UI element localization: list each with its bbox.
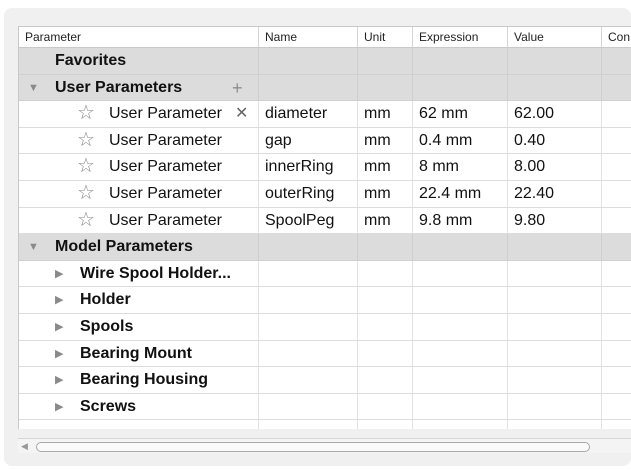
value-cell: 0.40	[508, 127, 602, 154]
comment-cell[interactable]	[602, 128, 631, 154]
scrollbar-thumb[interactable]	[36, 442, 590, 452]
name-cell[interactable]: diameter	[259, 101, 358, 127]
tree-item-label: Holder	[80, 291, 131, 309]
scroll-left-arrow-icon[interactable]: ◀	[21, 439, 28, 453]
tree-item-row[interactable]: ▶ Bearing Mount	[19, 340, 631, 368]
tree-item-label: Screws	[80, 397, 137, 415]
name-cell[interactable]: outerRing	[259, 180, 358, 207]
value-cell: 8.00	[508, 154, 602, 180]
user-parameters-label: User Parameters	[55, 78, 183, 96]
triangle-right-icon[interactable]: ▶	[55, 394, 63, 420]
horizontal-scrollbar[interactable]: ◀	[18, 438, 631, 453]
comment-cell[interactable]	[602, 208, 631, 234]
table-row[interactable]: ☆ User Parameter outerRing mm 22.4 mm 22…	[19, 180, 631, 208]
table-row[interactable]: ☆ User Parameter SpoolPeg mm 9.8 mm 9.80	[19, 207, 631, 235]
tree-item-row[interactable]: ▶ Wire Spool Holder...	[19, 260, 631, 288]
star-outline-icon[interactable]: ☆	[77, 154, 95, 179]
column-header-unit[interactable]: Unit	[358, 27, 413, 47]
name-cell[interactable]: innerRing	[259, 154, 358, 180]
model-parameters-label: Model Parameters	[55, 238, 193, 256]
tree-item-row[interactable]: ▶ Holder	[19, 287, 631, 314]
expression-cell[interactable]: 22.4 mm	[413, 180, 508, 207]
plus-icon[interactable]: +	[232, 75, 243, 101]
tree-item-label: Bearing Mount	[80, 344, 192, 362]
star-outline-icon[interactable]: ☆	[77, 208, 95, 233]
triangle-right-icon[interactable]: ▶	[55, 261, 63, 287]
star-outline-icon[interactable]: ☆	[77, 181, 95, 206]
parameter-label: User Parameter	[109, 131, 222, 149]
star-outline-icon[interactable]: ☆	[77, 128, 95, 153]
value-cell: 62.00	[508, 101, 602, 127]
expression-cell[interactable]: 62 mm	[413, 101, 508, 127]
triangle-right-icon[interactable]: ▶	[55, 341, 63, 367]
parameter-label: User Parameter	[109, 184, 222, 202]
unit-cell[interactable]: mm	[358, 101, 413, 127]
tree-item-label: Wire Spool Holder...	[80, 264, 231, 282]
tree-item-label: Spools	[80, 317, 134, 335]
tree-item-row[interactable]: ▶ Spools	[19, 313, 631, 341]
unit-cell[interactable]: mm	[358, 180, 413, 207]
tree-item-row[interactable]: ▶ Screws	[19, 393, 631, 421]
table-row[interactable]: ☆ User Parameter gap mm 0.4 mm 0.40	[19, 127, 631, 155]
star-outline-icon[interactable]: ☆	[77, 101, 95, 126]
expression-cell[interactable]: 8 mm	[413, 154, 508, 180]
favorites-group-row[interactable]: Favorites	[19, 48, 631, 75]
comment-cell[interactable]	[602, 101, 631, 127]
empty-row	[19, 420, 631, 429]
comment-cell[interactable]	[602, 154, 631, 180]
favorites-label: Favorites	[19, 48, 259, 74]
column-header-comment[interactable]: Con	[602, 27, 631, 47]
unit-cell[interactable]: mm	[358, 154, 413, 180]
name-cell[interactable]: SpoolPeg	[259, 207, 358, 234]
unit-cell[interactable]: mm	[358, 127, 413, 154]
triangle-down-icon[interactable]: ▼	[28, 75, 39, 101]
triangle-right-icon[interactable]: ▶	[55, 287, 63, 313]
x-icon[interactable]: ✕	[235, 101, 248, 127]
model-parameters-group-row[interactable]: ▼ Model Parameters	[19, 234, 631, 261]
table-header: Parameter Name Unit Expression Value Con	[19, 27, 631, 48]
parameters-table: Parameter Name Unit Expression Value Con…	[18, 26, 631, 429]
column-header-value[interactable]: Value	[508, 27, 602, 47]
triangle-right-icon[interactable]: ▶	[55, 367, 63, 393]
table-row[interactable]: ☆ User Parameter innerRing mm 8 mm 8.00	[19, 154, 631, 181]
comment-cell[interactable]	[602, 181, 631, 207]
expression-cell[interactable]: 9.8 mm	[413, 207, 508, 234]
parameter-label: User Parameter	[109, 211, 222, 229]
parameter-label: User Parameter	[109, 158, 222, 176]
table-row[interactable]: ☆ User Parameter ✕ diameter mm 62 mm 62.…	[19, 101, 631, 128]
column-header-expression[interactable]: Expression	[413, 27, 508, 47]
tree-item-row[interactable]: ▶ Bearing Housing	[19, 367, 631, 394]
column-header-name[interactable]: Name	[259, 27, 358, 47]
value-cell: 9.80	[508, 207, 602, 234]
column-header-parameter[interactable]: Parameter	[19, 27, 259, 47]
tree-item-label: Bearing Housing	[80, 371, 209, 389]
expression-cell[interactable]: 0.4 mm	[413, 127, 508, 154]
value-cell: 22.40	[508, 180, 602, 207]
triangle-down-icon[interactable]: ▼	[28, 234, 39, 260]
unit-cell[interactable]: mm	[358, 207, 413, 234]
user-parameters-group-row[interactable]: ▼ User Parameters +	[19, 74, 631, 102]
parameter-label: User Parameter	[109, 105, 222, 123]
triangle-right-icon[interactable]: ▶	[55, 314, 63, 340]
name-cell[interactable]: gap	[259, 127, 358, 154]
